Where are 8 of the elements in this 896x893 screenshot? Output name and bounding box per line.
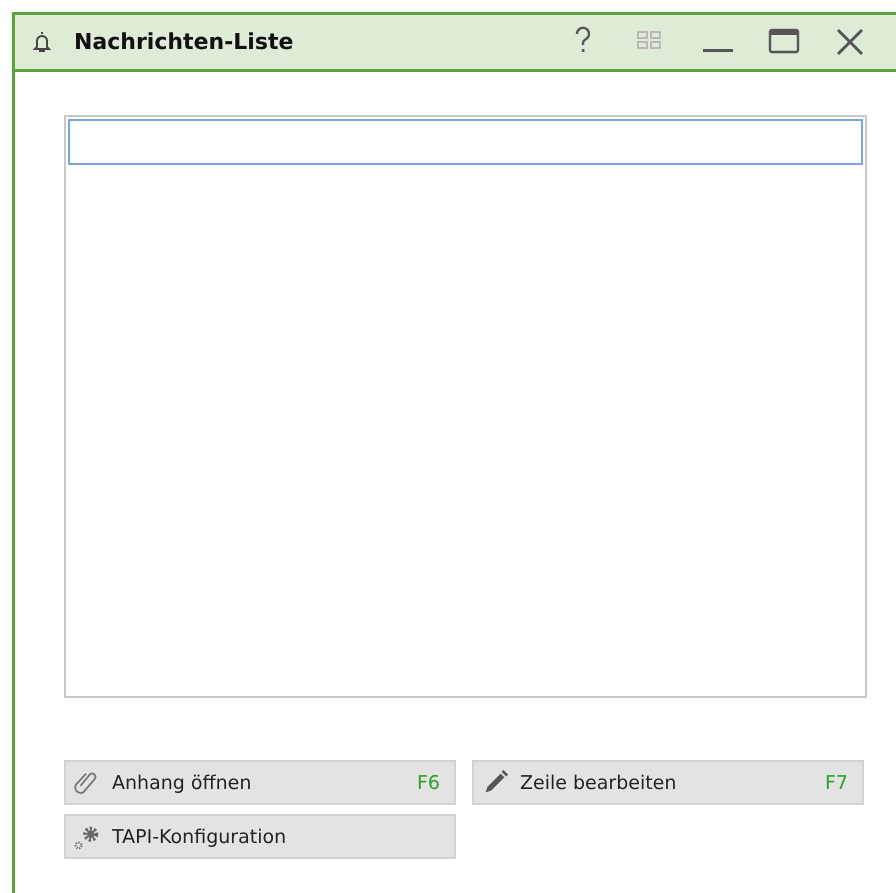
close-icon[interactable] [834, 26, 866, 58]
shortcut-key: F6 [416, 772, 440, 794]
window-title: Nachrichten-Liste [74, 30, 294, 54]
action-button[interactable]: Zeile bearbeiten F7 [472, 760, 864, 805]
action-button[interactable]: Anhang öffnen F6 [64, 760, 456, 805]
action-button[interactable]: TAPI-Konfiguration [64, 814, 456, 859]
bell-icon [32, 30, 52, 54]
shortcut-key: F7 [824, 772, 848, 794]
